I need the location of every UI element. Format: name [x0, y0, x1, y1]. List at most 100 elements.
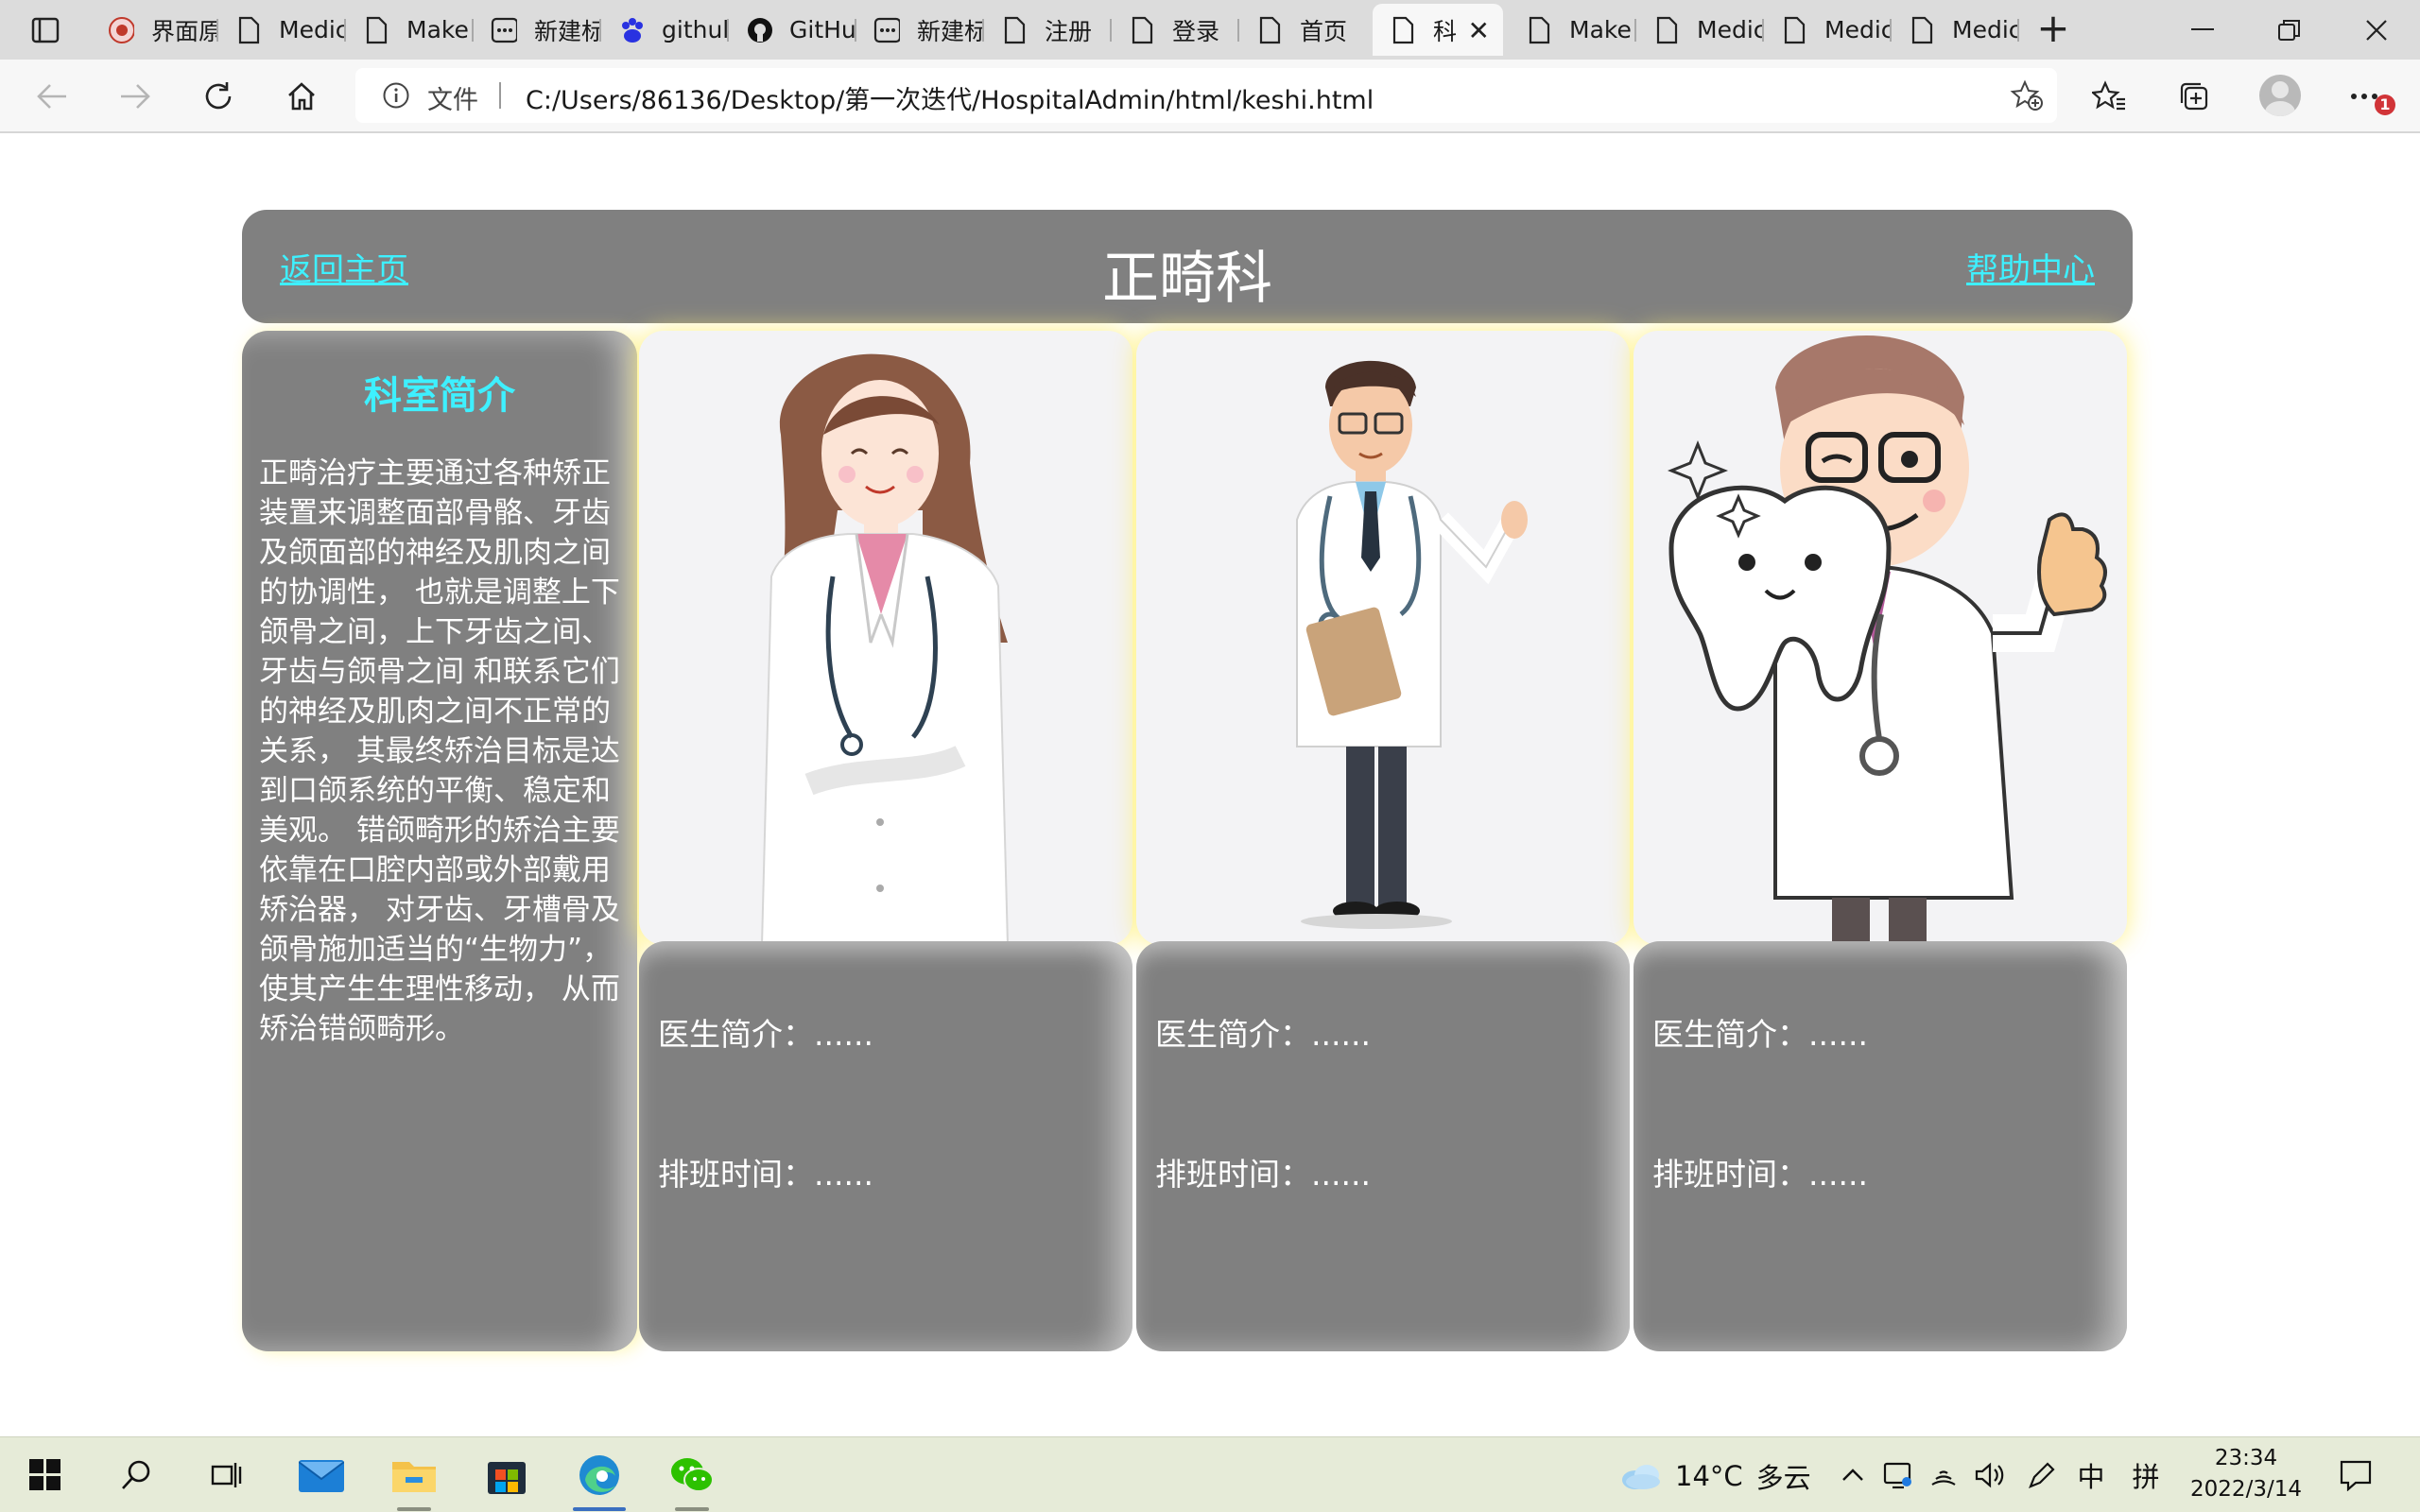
tab-2[interactable]: Make — [346, 4, 474, 56]
tab-label: 科 — [1433, 17, 1458, 45]
show-hidden-icons-button[interactable] — [1834, 1454, 1872, 1496]
info-icon[interactable] — [382, 81, 410, 113]
network-tray[interactable] — [1925, 1454, 1962, 1496]
tab-actions-icon — [31, 17, 60, 43]
collections-button[interactable] — [2170, 73, 2218, 120]
home-icon — [288, 82, 315, 111]
doctor-schedule-text: 排班时间：...... — [658, 1156, 873, 1193]
forward-arrow-icon — [121, 84, 150, 109]
tab-10-active[interactable]: 科 ✕ — [1373, 4, 1503, 56]
document-icon — [235, 15, 262, 45]
minimize-icon — [2191, 28, 2214, 30]
notification-badge: 1 — [2375, 94, 2395, 115]
tab-label: 新建标 — [534, 17, 601, 45]
ime-language-indicator[interactable]: 中 — [2072, 1454, 2110, 1496]
edge-icon — [579, 1455, 619, 1495]
action-center-button[interactable] — [2329, 1449, 2382, 1502]
intro-heading: 科室简介 — [364, 374, 515, 418]
tab-14[interactable]: Medic — [1892, 4, 2019, 56]
clock[interactable]: 23:34 2022/3/14 — [2189, 1443, 2303, 1505]
tab-label: 新建标 — [917, 17, 984, 45]
tab-1[interactable]: Medic — [218, 4, 346, 56]
pen-icon — [2029, 1462, 2055, 1488]
forward-button[interactable] — [112, 73, 159, 120]
start-button[interactable] — [19, 1449, 72, 1502]
new-tab-button[interactable]: + — [2032, 8, 2074, 51]
restore-button[interactable] — [2261, 9, 2318, 51]
tab-13[interactable]: Medic — [1764, 4, 1892, 56]
doctor-intro-text: 医生简介：...... — [1652, 1016, 1868, 1053]
tab-actions-button[interactable] — [21, 13, 70, 47]
document-icon — [1526, 15, 1552, 45]
doctor-intro-text: 医生简介：...... — [658, 1016, 873, 1053]
file-explorer-app[interactable] — [388, 1449, 441, 1502]
dentist-with-tooth-illustration — [1667, 335, 2107, 945]
home-button[interactable] — [278, 73, 325, 120]
task-view-button[interactable] — [200, 1449, 253, 1502]
tab-label: Make — [1569, 16, 1632, 43]
document-icon — [1909, 15, 1935, 45]
doctor-intro-text: 医生简介：...... — [1155, 1016, 1371, 1053]
tab-label: Make — [406, 16, 469, 43]
volume-tray[interactable] — [1970, 1454, 2008, 1496]
web-page: 返回主页 正畸科 帮助中心 科室简介 正畸治疗主要通过各种矫正装置来调整面部骨骼… — [0, 134, 2420, 1436]
wechat-app[interactable] — [666, 1449, 718, 1502]
tab-label: Medic — [1697, 16, 1764, 43]
refresh-button[interactable] — [195, 73, 242, 120]
tab-8[interactable]: 登录 — [1112, 4, 1239, 56]
close-tab-icon[interactable]: ✕ — [1468, 15, 1490, 46]
tab-label: Medic — [1952, 16, 2019, 43]
favorites-button[interactable] — [2085, 73, 2133, 120]
clock-date: 2022/3/14 — [2190, 1477, 2302, 1502]
tab-label: Medic — [279, 16, 346, 43]
edge-browser-app[interactable] — [573, 1449, 626, 1502]
tab-7[interactable]: 注册 — [984, 4, 1112, 56]
tab-4[interactable]: githul — [601, 4, 729, 56]
tab-12[interactable]: Medic — [1636, 4, 1764, 56]
page-header: 返回主页 正畸科 帮助中心 — [242, 210, 2133, 323]
tab-5[interactable]: GitHu — [729, 4, 856, 56]
notification-icon — [2340, 1460, 2372, 1491]
doctor-photo-3 — [1634, 331, 2127, 945]
weather-temperature: 14°C — [1675, 1460, 1743, 1492]
restore-icon — [2278, 20, 2300, 41]
ime-mode-indicator[interactable]: 拼 — [2127, 1454, 2165, 1496]
store-icon — [488, 1462, 526, 1494]
page-title: 正畸科 — [1102, 246, 1272, 312]
tab-label: GitHu — [789, 16, 856, 43]
doctor-card-3: 医生简介：...... 排班时间：...... — [1634, 941, 2127, 1351]
tab-3[interactable]: 新建标 — [474, 4, 601, 56]
mail-icon — [299, 1460, 344, 1492]
close-window-button[interactable] — [2348, 9, 2405, 51]
url-text[interactable]: C:/Users/86136/Desktop/第一次迭代/HospitalAdm… — [526, 79, 1374, 116]
help-center-link[interactable]: 帮助中心 — [1966, 244, 2095, 290]
store-app[interactable] — [480, 1449, 533, 1502]
document-icon — [1256, 15, 1283, 45]
doctor-card-2: 医生简介：...... 排班时间：...... — [1136, 941, 1630, 1351]
monitor-icon — [1883, 1462, 1911, 1489]
search-button[interactable] — [110, 1449, 163, 1502]
pen-tray[interactable] — [2023, 1454, 2061, 1496]
wechat-icon — [671, 1458, 714, 1492]
weather-widget[interactable]: 14°C 多云 — [1618, 1456, 1811, 1496]
profile-avatar[interactable] — [2259, 75, 2301, 116]
weather-condition: 多云 — [1755, 1462, 1811, 1494]
tab-6[interactable]: 新建标 — [856, 4, 984, 56]
add-favorite-icon[interactable] — [2010, 79, 2044, 115]
search-icon — [122, 1460, 150, 1489]
windows-taskbar: 14°C 多云 中 拼 23:34 2022/3/14 — [0, 1436, 2420, 1512]
back-button[interactable] — [28, 73, 76, 120]
tab-label: githul — [662, 16, 729, 43]
minimize-button[interactable] — [2174, 9, 2231, 51]
mail-app[interactable] — [295, 1449, 348, 1502]
github-icon — [746, 15, 772, 45]
address-bar[interactable]: 文件 C:/Users/86136/Desktop/第一次迭代/Hospital… — [355, 68, 2057, 123]
doctor-photo-2 — [1136, 331, 1630, 945]
tab-11[interactable]: Make — [1509, 4, 1636, 56]
meet-now-tray[interactable] — [1879, 1454, 1917, 1496]
cloud-icon — [1622, 1465, 1660, 1489]
intro-text: 正畸治疗主要通过各种矫正装置来调整面部骨骼、牙齿及颌面部的神经及肌肉之间的协调性… — [259, 456, 620, 1046]
tab-9[interactable]: 首页 — [1239, 4, 1367, 56]
wifi-icon — [1931, 1470, 1956, 1486]
tab-0[interactable]: 界面原 — [91, 4, 218, 56]
